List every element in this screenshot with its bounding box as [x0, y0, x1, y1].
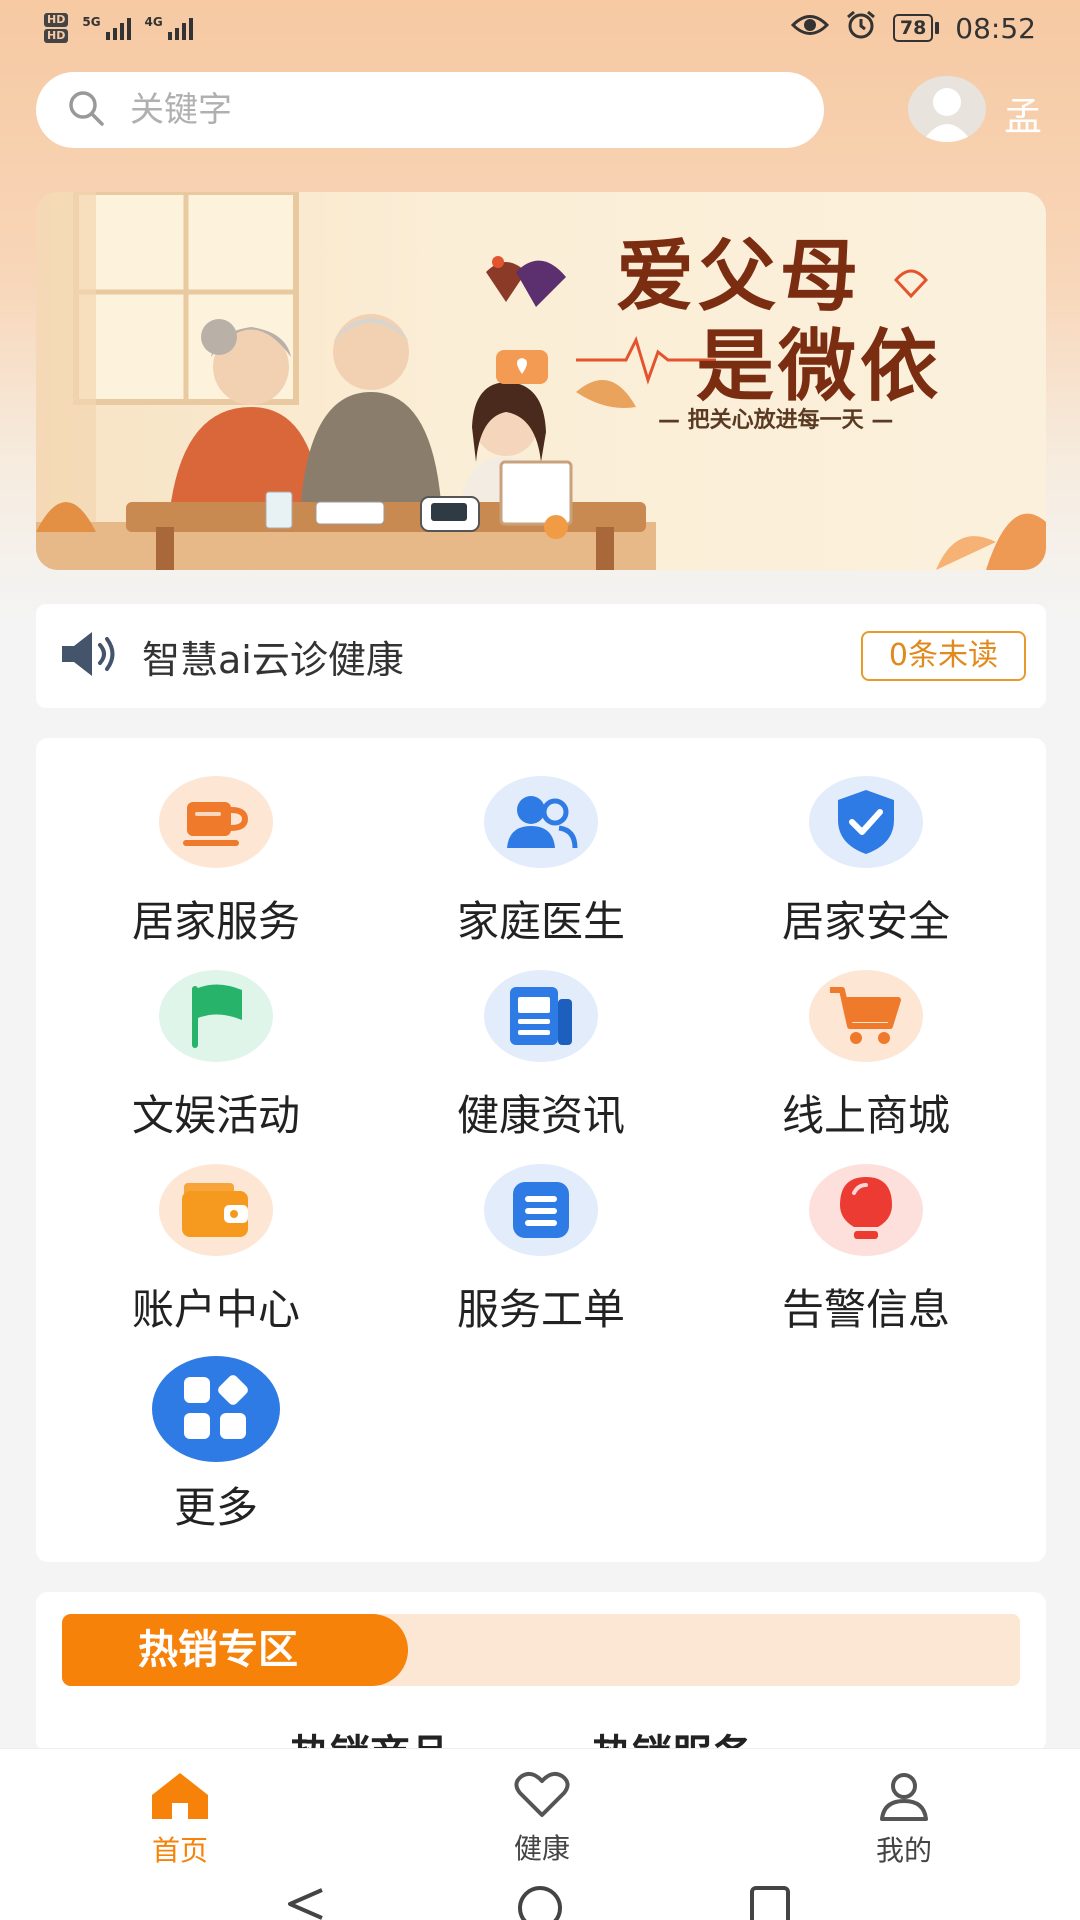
notice-bar[interactable]: 智慧ai云诊健康 0条未读: [36, 604, 1046, 708]
shield-check-icon: [809, 776, 923, 868]
heart-icon: [514, 1771, 570, 1823]
grid-item-alarms[interactable]: 告警信息: [706, 1164, 1026, 1337]
grid-item-label: 健康资讯: [456, 1091, 625, 1140]
teacup-icon: [159, 776, 273, 868]
grid-item-more[interactable]: 更多: [56, 1356, 376, 1535]
grid-item-account-center[interactable]: 账户中心: [56, 1164, 376, 1337]
search-input[interactable]: [130, 90, 730, 130]
system-nav-bar: [0, 1864, 1080, 1920]
function-grid: 居家服务 家庭医生 居家安全 文娱活动 健康资讯 线上商城 账户中心 服务工单 …: [36, 738, 1046, 1562]
grid-item-health-news[interactable]: 健康资讯: [381, 970, 701, 1143]
speaker-icon: [56, 629, 120, 683]
grid-item-entertainment[interactable]: 文娱活动: [56, 970, 376, 1143]
people-icon: [484, 776, 598, 868]
alarm-bulb-icon: [809, 1164, 923, 1256]
hot-sales-title: 热销专区: [62, 1614, 408, 1686]
grid-item-label: 居家服务: [131, 897, 300, 946]
eye-icon: [790, 12, 829, 45]
grid-item-label: 服务工单: [456, 1285, 625, 1334]
nav-label: 首页: [151, 1834, 208, 1867]
banner-subtitle: — 把关心放进每一天 —: [658, 408, 894, 433]
grid-item-label: 账户中心: [131, 1285, 300, 1334]
promo-banner[interactable]: 爱父母 是微依 — 把关心放进每一天 —: [36, 192, 1046, 570]
grid-item-label: 居家安全: [781, 897, 950, 946]
notice-text: 智慧ai云诊健康: [142, 637, 404, 682]
grid-item-label: 告警信息: [781, 1285, 950, 1334]
banner-title: 爱父母 是微依: [616, 231, 943, 412]
status-bar: HD HD 5G 4G 78 08:52: [0, 0, 1080, 56]
home-icon: [150, 1773, 210, 1825]
user-icon: [878, 1773, 930, 1825]
search-icon: [66, 88, 106, 132]
clock-time: 08:52: [955, 11, 1036, 45]
grid-item-online-mall[interactable]: 线上商城: [706, 970, 1026, 1143]
grid-item-label: 更多: [173, 1483, 258, 1532]
grid-item-home-safety[interactable]: 居家安全: [706, 776, 1026, 949]
grid-item-label: 家庭医生: [456, 897, 625, 946]
bottom-nav: 首页 健康 我的: [0, 1748, 1080, 1867]
nav-label: 健康: [513, 1832, 570, 1865]
nav-label: 我的: [875, 1834, 932, 1867]
nav-mine[interactable]: 我的: [814, 1771, 994, 1869]
grid-item-label: 线上商城: [781, 1091, 950, 1140]
search-bar[interactable]: [36, 72, 824, 148]
signal-5g-icon: 5G: [82, 16, 131, 40]
unread-badge[interactable]: 0条未读: [860, 631, 1026, 681]
nav-health[interactable]: 健康: [452, 1771, 632, 1867]
avatar[interactable]: [908, 76, 986, 142]
back-icon[interactable]: [284, 1886, 328, 1920]
grid-item-work-orders[interactable]: 服务工单: [381, 1164, 701, 1337]
hd-indicator: HD HD: [44, 13, 69, 43]
battery-icon: 78: [892, 14, 940, 42]
alarm-clock-icon: [845, 10, 877, 47]
nav-home[interactable]: 首页: [90, 1771, 270, 1869]
signal-4g-icon: 4G: [145, 16, 193, 40]
grid-item-home-service[interactable]: 居家服务: [56, 776, 376, 949]
grid-item-family-doctor[interactable]: 家庭医生: [381, 776, 701, 949]
wallet-icon: [159, 1164, 273, 1256]
user-name[interactable]: 孟: [1004, 86, 1042, 141]
home-circle-icon[interactable]: [516, 1884, 564, 1920]
recents-icon[interactable]: [748, 1884, 792, 1920]
list-icon: [484, 1164, 598, 1256]
hot-sales-section: 热销专区 热销商品 热销服务: [36, 1592, 1046, 1752]
news-icon: [484, 970, 598, 1062]
shopping-cart-icon: [809, 970, 923, 1062]
grid-item-label: 文娱活动: [131, 1091, 300, 1140]
flag-icon: [159, 970, 273, 1062]
apps-icon: [152, 1356, 280, 1462]
